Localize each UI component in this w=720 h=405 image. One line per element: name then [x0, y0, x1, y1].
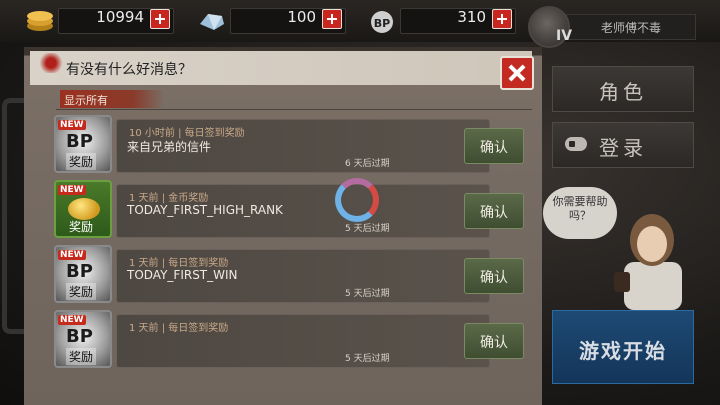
- message-expiry: 5 天后过期: [345, 354, 390, 364]
- message-expiry: 5 天后过期: [345, 224, 390, 234]
- character-button[interactable]: 角色: [552, 66, 694, 112]
- gold-reward-icon: NEW 奖励: [54, 180, 112, 238]
- bp-paw-icon: BP: [371, 11, 393, 33]
- confirm-button[interactable]: 确认: [464, 128, 524, 164]
- list-item: NEW BP 奖励 10 小时前 | 每日签到奖励 来自兄弟的信件 6 天后过期…: [54, 115, 524, 173]
- message-card: 1 天前 | 金币奖励 TODAY_FIRST_HIGH_RANK 5 天后过期…: [116, 184, 524, 238]
- add-gold-button[interactable]: [150, 9, 170, 29]
- message-expiry: 6 天后过期: [345, 159, 390, 169]
- crystal-resource: 100: [196, 6, 346, 34]
- message-text: TODAY_FIRST_WIN: [127, 268, 238, 282]
- close-button[interactable]: [500, 56, 534, 90]
- bp-resource: BP 310: [366, 6, 516, 34]
- bp-reward-icon: NEW BP 奖励: [54, 115, 112, 173]
- gold-coin-icon: [68, 198, 100, 220]
- dialog-title: 有没有什么好消息？: [66, 62, 192, 78]
- confirm-button[interactable]: 确认: [464, 193, 524, 229]
- message-meta: 1 天前 | 每日签到奖励: [129, 258, 229, 269]
- help-button[interactable]: 你需要帮助吗？: [543, 187, 617, 239]
- list-item: NEW 奖励 1 天前 | 金币奖励 TODAY_FIRST_HIGH_RANK…: [54, 180, 524, 238]
- bp-reward-icon: NEW BP 奖励: [54, 310, 112, 368]
- message-expiry: 5 天后过期: [345, 289, 390, 299]
- filter-label: 显示所有: [64, 94, 108, 107]
- message-meta: 1 天前 | 金币奖励: [129, 193, 209, 204]
- message-meta: 10 小时前 | 每日签到奖励: [129, 128, 245, 139]
- crystal-icon: [200, 14, 224, 30]
- list-item: NEW BP 奖励 1 天前 | 每日签到奖励 TODAY_FIRST_WIN …: [54, 245, 524, 303]
- loading-spinner-icon: [335, 178, 379, 222]
- gold-value: 10994: [96, 8, 144, 26]
- add-bp-button[interactable]: [492, 9, 512, 29]
- message-meta: 1 天前 | 每日签到奖励: [129, 323, 229, 334]
- gold-coins-icon: [27, 11, 53, 31]
- message-text: TODAY_FIRST_HIGH_RANK: [127, 203, 283, 217]
- player-profile[interactable]: 老师傅不毒 IV: [528, 6, 698, 48]
- login-button[interactable]: 登录: [552, 122, 694, 168]
- confirm-button[interactable]: 确认: [464, 323, 524, 359]
- gold-resource: 10994: [24, 6, 174, 34]
- dialog-title-bar: 有没有什么好消息？: [30, 51, 532, 85]
- top-bar: 10994 100 BP 310 老师傅不毒 IV: [0, 0, 720, 48]
- start-game-button[interactable]: 游戏开始: [552, 310, 694, 384]
- list-item: NEW BP 奖励 1 天前 | 每日签到奖励 5 天后过期 确认: [54, 310, 524, 368]
- message-card: 10 小时前 | 每日签到奖励 来自兄弟的信件 6 天后过期 确认: [116, 119, 524, 173]
- filter-tab-all[interactable]: 显示所有: [60, 90, 164, 108]
- message-card: 1 天前 | 每日签到奖励 5 天后过期 确认: [116, 314, 524, 368]
- player-name: 老师傅不毒: [600, 21, 661, 35]
- blood-splatter-icon: [38, 53, 64, 73]
- bp-reward-icon: NEW BP 奖励: [54, 245, 112, 303]
- player-level: IV: [556, 28, 573, 44]
- bp-value: 310: [457, 8, 486, 26]
- svg-text:BP: BP: [374, 17, 390, 30]
- message-card: 1 天前 | 每日签到奖励 TODAY_FIRST_WIN 5 天后过期 确认: [116, 249, 524, 303]
- confirm-button[interactable]: 确认: [464, 258, 524, 294]
- crystal-value: 100: [287, 8, 316, 26]
- add-crystal-button[interactable]: [322, 9, 342, 29]
- message-text: 来自兄弟的信件: [127, 140, 212, 154]
